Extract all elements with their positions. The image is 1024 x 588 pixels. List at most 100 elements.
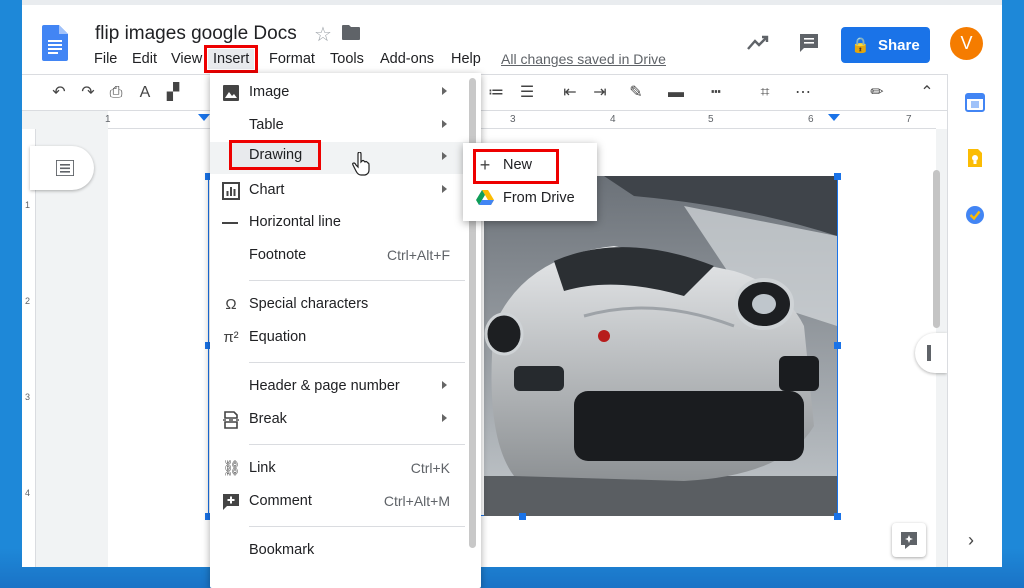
menu-divider xyxy=(249,362,465,363)
increase-indent-icon[interactable]: ⇥ xyxy=(590,83,610,103)
link-icon: ⛓ xyxy=(222,460,242,477)
resize-handle-bottom-right[interactable] xyxy=(834,513,841,520)
star-icon[interactable]: ☆ xyxy=(314,22,332,47)
google-docs-logo-icon[interactable] xyxy=(42,25,68,61)
border-dash-icon[interactable]: ┅ xyxy=(706,83,726,103)
insert-break-label: Break xyxy=(249,411,287,427)
menu-tools[interactable]: Tools xyxy=(330,49,364,69)
insert-horizontal-line-label: Horizontal line xyxy=(249,214,341,230)
document-outline-button[interactable] xyxy=(30,146,94,190)
more-options-icon[interactable]: ⋯ xyxy=(793,83,813,103)
porsche-car-picture xyxy=(484,176,837,516)
border-color-icon[interactable]: ✎ xyxy=(626,83,646,103)
ruler-margin xyxy=(22,111,108,129)
menu-view[interactable]: View xyxy=(171,49,202,69)
google-calendar-icon[interactable] xyxy=(965,92,985,112)
insert-drawing-item[interactable]: Drawing xyxy=(210,140,481,174)
browser-window: flip images google Docs ☆ File Edit View… xyxy=(22,0,1002,567)
drawing-from-drive-item[interactable]: From Drive xyxy=(463,183,597,213)
crop-icon[interactable]: ⌗ xyxy=(755,83,775,103)
panel-handle-icon xyxy=(927,345,931,361)
comment-history-icon[interactable] xyxy=(798,32,820,54)
insert-header-page-number-label: Header & page number xyxy=(249,378,400,394)
vruler-number: 1 xyxy=(25,200,31,210)
border-weight-icon[interactable]: ▬ xyxy=(666,83,686,103)
insert-bookmark-item[interactable]: Bookmark xyxy=(210,535,481,567)
menu-addons[interactable]: Add-ons xyxy=(380,49,434,69)
redo-icon[interactable]: ↷ xyxy=(78,83,98,103)
menu-insert[interactable]: Insert xyxy=(203,45,259,73)
save-status-link[interactable]: All changes saved in Drive xyxy=(501,51,666,67)
insert-equation-item[interactable]: π² Equation xyxy=(210,322,481,354)
paint-format-icon[interactable]: ▞ xyxy=(163,83,183,103)
insert-header-page-number-item[interactable]: Header & page number xyxy=(210,371,481,403)
menu-divider xyxy=(249,526,465,527)
menu-format[interactable]: Format xyxy=(269,49,315,69)
side-panel: › xyxy=(947,74,1002,567)
ruler-number: 1 xyxy=(105,114,111,125)
insert-table-label: Table xyxy=(249,117,284,133)
submenu-arrow-icon xyxy=(442,152,447,160)
insert-chart-item[interactable]: Chart xyxy=(210,175,481,207)
activity-trend-icon[interactable] xyxy=(746,33,770,53)
resize-handle-right[interactable] xyxy=(834,342,841,349)
side-panel-toggle[interactable] xyxy=(915,333,947,373)
undo-icon[interactable]: ↶ xyxy=(49,83,69,103)
insert-comment-item[interactable]: Comment Ctrl+Alt+M xyxy=(210,486,481,518)
left-indent-marker-icon[interactable] xyxy=(198,114,210,124)
editing-mode-icon[interactable]: ✏ xyxy=(867,83,887,103)
submenu-arrow-icon xyxy=(442,120,447,128)
print-icon[interactable]: ⎙ xyxy=(106,83,126,103)
ruler-number: 4 xyxy=(610,114,616,125)
insert-link-item[interactable]: ⛓ Link Ctrl+K xyxy=(210,453,481,485)
folder-icon[interactable] xyxy=(342,25,360,40)
submenu-arrow-icon xyxy=(442,87,447,95)
hide-menus-icon[interactable]: ⌃ xyxy=(917,83,937,103)
share-button[interactable]: 🔒 Share xyxy=(841,27,930,63)
bulleted-list-icon[interactable]: ≔ xyxy=(486,83,506,103)
bulleted-list-dropdown-icon[interactable]: ☰ xyxy=(517,83,537,103)
insert-bookmark-label: Bookmark xyxy=(249,542,315,558)
car-image[interactable] xyxy=(484,176,837,516)
chart-icon xyxy=(222,182,240,200)
docs-header: flip images google Docs ☆ File Edit View… xyxy=(22,5,1002,74)
share-label: Share xyxy=(877,36,920,54)
ruler-number: 3 xyxy=(510,114,516,125)
resize-handle-top-right[interactable] xyxy=(834,173,841,180)
insert-table-item[interactable]: Table xyxy=(210,110,481,142)
insert-horizontal-line-item[interactable]: Horizontal line xyxy=(210,207,481,239)
submenu-arrow-icon xyxy=(442,414,447,422)
vruler-number: 3 xyxy=(25,392,31,402)
insert-break-item[interactable]: Break xyxy=(210,404,481,436)
submenu-arrow-icon xyxy=(442,381,447,389)
horizontal-line-icon xyxy=(222,214,240,232)
google-keep-icon[interactable] xyxy=(965,148,985,168)
explore-button[interactable] xyxy=(892,523,926,557)
insert-footnote-label: Footnote xyxy=(249,247,307,263)
google-drive-icon xyxy=(476,190,494,205)
menu-edit[interactable]: Edit xyxy=(132,49,157,69)
menu-help[interactable]: Help xyxy=(451,49,481,69)
insert-image-label: Image xyxy=(249,84,290,100)
lock-icon: 🔒 xyxy=(851,37,870,54)
insert-special-characters-item[interactable]: Ω Special characters xyxy=(210,289,481,321)
resize-handle-bottom[interactable] xyxy=(519,513,526,520)
menu-file[interactable]: File xyxy=(94,49,117,69)
spellcheck-icon[interactable]: A xyxy=(135,83,155,103)
explore-star-icon xyxy=(901,532,917,549)
document-scrollbar[interactable] xyxy=(933,170,940,328)
document-title[interactable]: flip images google Docs xyxy=(95,23,297,45)
account-avatar[interactable]: V xyxy=(950,27,983,60)
footnote-shortcut: Ctrl+Alt+F xyxy=(386,247,450,263)
insert-link-label: Link xyxy=(249,460,276,476)
vertical-ruler: 1 2 3 4 xyxy=(22,129,36,567)
add-comment-icon xyxy=(223,494,239,510)
insert-footnote-item[interactable]: Footnote Ctrl+Alt+F xyxy=(210,240,481,272)
decrease-indent-icon[interactable]: ⇤ xyxy=(560,83,580,103)
drawing-from-drive-label: From Drive xyxy=(503,190,575,206)
expand-panel-icon[interactable]: › xyxy=(968,530,974,551)
google-tasks-icon[interactable] xyxy=(965,205,985,225)
insert-image-item[interactable]: Image xyxy=(210,77,481,109)
ruler-number: 5 xyxy=(708,114,714,125)
right-indent-marker-icon[interactable] xyxy=(828,114,840,124)
